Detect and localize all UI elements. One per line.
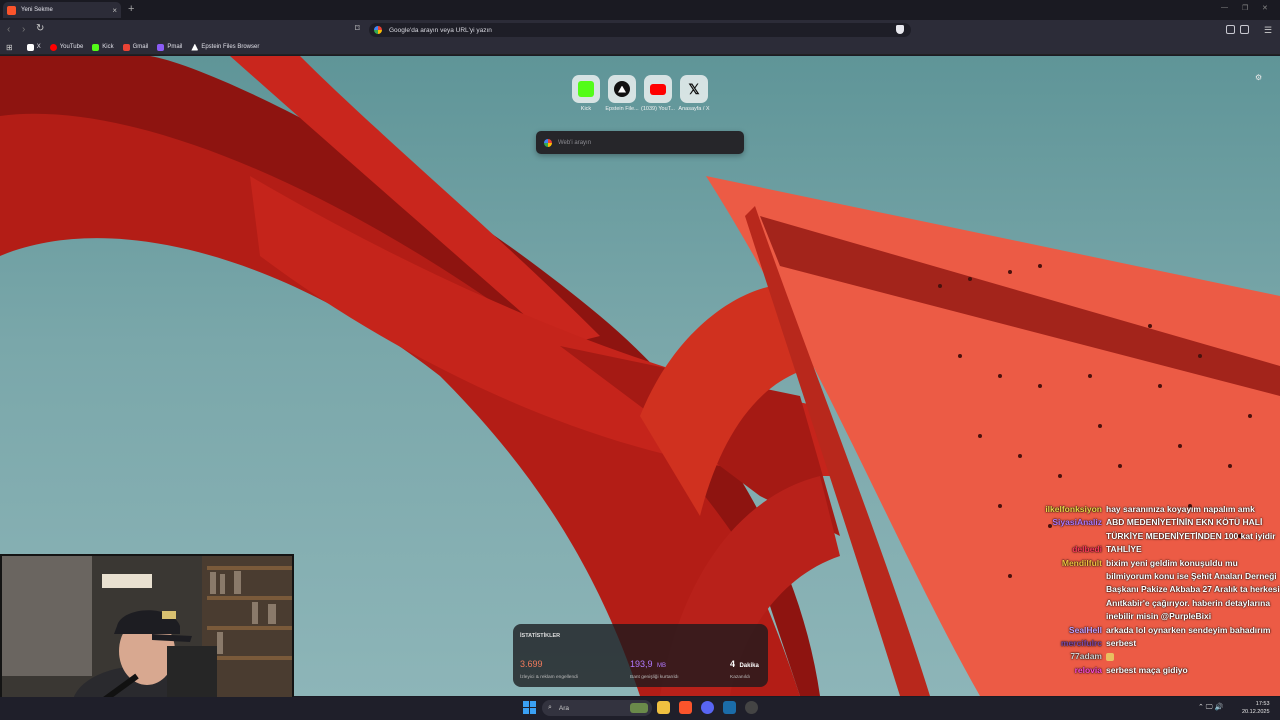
chat-username: Mendilfult (1061, 557, 1102, 568)
chat-username: relovia (1074, 664, 1102, 675)
stat-time-saved: 4 Dakika Kazanıldı (730, 659, 759, 680)
reload-icon[interactable]: ↻ (36, 23, 44, 34)
file-explorer-icon[interactable] (657, 701, 670, 714)
tray-icons[interactable]: ⌃ 🖵 🔊 (1198, 703, 1223, 712)
gear-icon[interactable]: ⚙ (1255, 73, 1262, 82)
system-clock[interactable]: 17:53 20.12.2025 (1242, 700, 1270, 716)
bookmark-icon[interactable]: ⌑ (355, 23, 360, 34)
brave-shield-icon[interactable] (896, 25, 904, 34)
menu-icon[interactable]: ☰ (1264, 25, 1272, 36)
top-site-label: Kick (580, 106, 592, 112)
search-icon: ⌕ (548, 704, 552, 711)
chat-username: mercifulrc (1060, 638, 1102, 649)
google-icon (544, 138, 552, 147)
web-search-input[interactable]: Web'i arayın (536, 131, 744, 154)
kick-icon (92, 43, 100, 51)
chat-username: SiyasiAnaliz (1052, 517, 1102, 528)
pmail-icon (157, 43, 165, 51)
tab-close-icon[interactable]: × (112, 6, 117, 15)
chat-text: bixim yeni geldim konuşuldu mu bilmiyoru… (1106, 557, 1280, 622)
windows-start-icon[interactable] (523, 701, 536, 714)
chat-message: ilkelfonksiyon hay saranınıza koyayım na… (1035, 503, 1280, 516)
chat-username: 77adam (1070, 651, 1102, 662)
minimize-icon[interactable]: — (1221, 4, 1228, 11)
triangle-icon (191, 43, 199, 51)
chat-username: SealHell (1068, 624, 1102, 635)
youtube-icon (650, 83, 666, 95)
chat-message: SealHell arkada lol oynarken sendeyim ba… (1035, 624, 1280, 637)
triangle-icon (614, 81, 630, 97)
top-site-label: (1039) YouT... (641, 106, 675, 112)
chat-message: relovia serbest maça gidiyo (1035, 664, 1280, 677)
address-placeholder: Google'da arayın veya URL'yi yazın (389, 26, 492, 34)
x-icon (26, 43, 34, 51)
chat-text: ABD MEDENİYETİNİN EKN KÖTÜ HALİ TÜRKİYE … (1106, 517, 1276, 541)
chat-text: hay saranınıza koyayım napalım amk (1106, 504, 1255, 514)
taskbar-search-label: Ara (558, 704, 570, 712)
chat-username: ilkelfonksiyon (1045, 504, 1102, 514)
chat-message: Mendilfult bixim yeni geldim konuşuldu m… (1035, 557, 1280, 624)
restore-icon[interactable]: ❐ (1242, 4, 1248, 12)
chat-message: delbedi TAHLİYE (1035, 543, 1280, 556)
window-close-icon[interactable]: ✕ (1262, 4, 1268, 12)
search-placeholder: Web'i arayın (558, 139, 592, 146)
chat-message: 77adam (1035, 650, 1280, 663)
gmail-icon (122, 43, 130, 51)
taskbar-search[interactable]: ⌕ Ara (542, 700, 652, 716)
obs-icon[interactable] (745, 701, 758, 714)
kick-icon (578, 81, 594, 97)
tab-strip: Yeni Sekme × + — ❐ ✕ (0, 0, 1280, 20)
screen: Yeni Sekme × + — ❐ ✕ ‹ › ↻ ⌑ Google'da a… (0, 0, 1280, 720)
chat-icon[interactable] (1226, 25, 1235, 34)
bookmarks-bar: ⊞ X YouTube Kick Gmail Pmail Epstein Fil… (0, 40, 1280, 55)
stat-bandwidth: 193,9 MB Bant genişliği kurtarıldı (630, 659, 679, 680)
stat-blocked: 3.699 İzleyici & reklam engellendi (520, 659, 578, 680)
x-icon: 𝕏 (688, 80, 700, 97)
tab-new-tab[interactable]: Yeni Sekme × (3, 2, 121, 18)
webcam-illustration (2, 556, 292, 718)
top-site-x[interactable]: 𝕏 (680, 75, 708, 103)
chat-text: serbest (1106, 638, 1137, 649)
stream-chat: ilkelfonksiyon hay saranınıza koyayım na… (1035, 503, 1280, 720)
chat-message: SiyasiAnaliz ABD MEDENİYETİNİN EKN KÖTÜ … (1035, 516, 1280, 543)
brave-browser-icon[interactable] (679, 701, 692, 714)
new-tab-button[interactable]: + (128, 3, 134, 15)
google-icon (374, 26, 382, 34)
webcam-overlay (0, 554, 294, 720)
bookmark-x[interactable]: X (26, 43, 41, 51)
steam-icon[interactable] (723, 701, 736, 714)
top-site-label: Epstein File... (605, 106, 639, 112)
bookmark-youtube[interactable]: YouTube (49, 43, 83, 51)
search-highlight-icon (630, 703, 648, 713)
taskbar: ⌕ Ara ⌃ 🖵 🔊 17:53 20.12.2025 (0, 697, 1280, 720)
chat-emote-icon (1106, 650, 1280, 663)
top-site-kick[interactable] (572, 75, 600, 103)
top-site-epstein-files[interactable] (608, 75, 636, 103)
bookmark-pmail[interactable]: Pmail (157, 43, 182, 51)
youtube-icon (49, 43, 57, 51)
tab-title: Yeni Sekme (21, 7, 53, 13)
discord-icon[interactable] (701, 701, 714, 714)
chat-username: delbedi (1072, 544, 1102, 555)
back-icon[interactable]: ‹ (7, 24, 10, 35)
address-bar[interactable]: Google'da arayın veya URL'yi yazın (369, 23, 911, 37)
chat-text: serbest maça gidiyo (1106, 664, 1188, 675)
brave-icon (7, 5, 16, 15)
stats-title: İSTATİSTİKLER (520, 633, 561, 639)
top-site-label: Anasayfa / X (678, 106, 710, 112)
chat-text: arkada lol oynarken sendeyim bahadırım (1106, 624, 1271, 635)
bookmark-gmail[interactable]: Gmail (122, 43, 148, 51)
apps-icon[interactable]: ⊞ (6, 43, 13, 52)
wallet-icon[interactable] (1240, 25, 1249, 34)
bookmark-epstein-files[interactable]: Epstein Files Browser (191, 43, 259, 51)
chat-message: mercifulrc serbest (1035, 637, 1280, 650)
forward-icon[interactable]: › (22, 24, 25, 35)
bookmark-kick[interactable]: Kick (92, 43, 114, 51)
chat-text: TAHLİYE (1106, 544, 1142, 555)
stats-widget: İSTATİSTİKLER 3.699 İzleyici & reklam en… (513, 624, 768, 687)
top-site-youtube[interactable] (644, 75, 672, 103)
